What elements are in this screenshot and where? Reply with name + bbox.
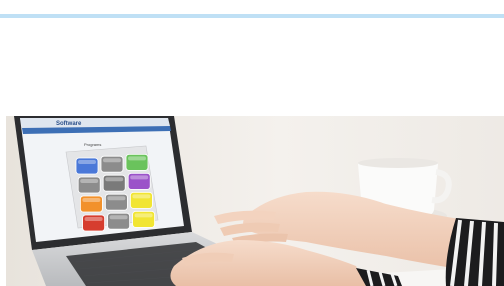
app-tile-highlight (103, 158, 121, 163)
screen-title: Software (56, 121, 82, 127)
app-tile-highlight (128, 156, 146, 161)
hero-photo: Software Programs (6, 116, 504, 286)
app-tile-highlight (109, 215, 128, 220)
app-tile-highlight (78, 160, 96, 164)
app-tile-highlight (130, 175, 149, 180)
app-tile-highlight (105, 177, 124, 182)
app-tile-highlight (134, 213, 153, 218)
screen-heading: Programs (84, 142, 101, 147)
app-tile-highlight (132, 194, 151, 199)
app-tile-highlight (84, 217, 103, 221)
app-tile-highlight (82, 198, 101, 202)
laptop-typing-illustration: Software Programs (6, 116, 504, 286)
app-tile-highlight (80, 179, 99, 183)
top-accent-bar (0, 0, 504, 18)
app-tile-highlight (107, 196, 126, 201)
